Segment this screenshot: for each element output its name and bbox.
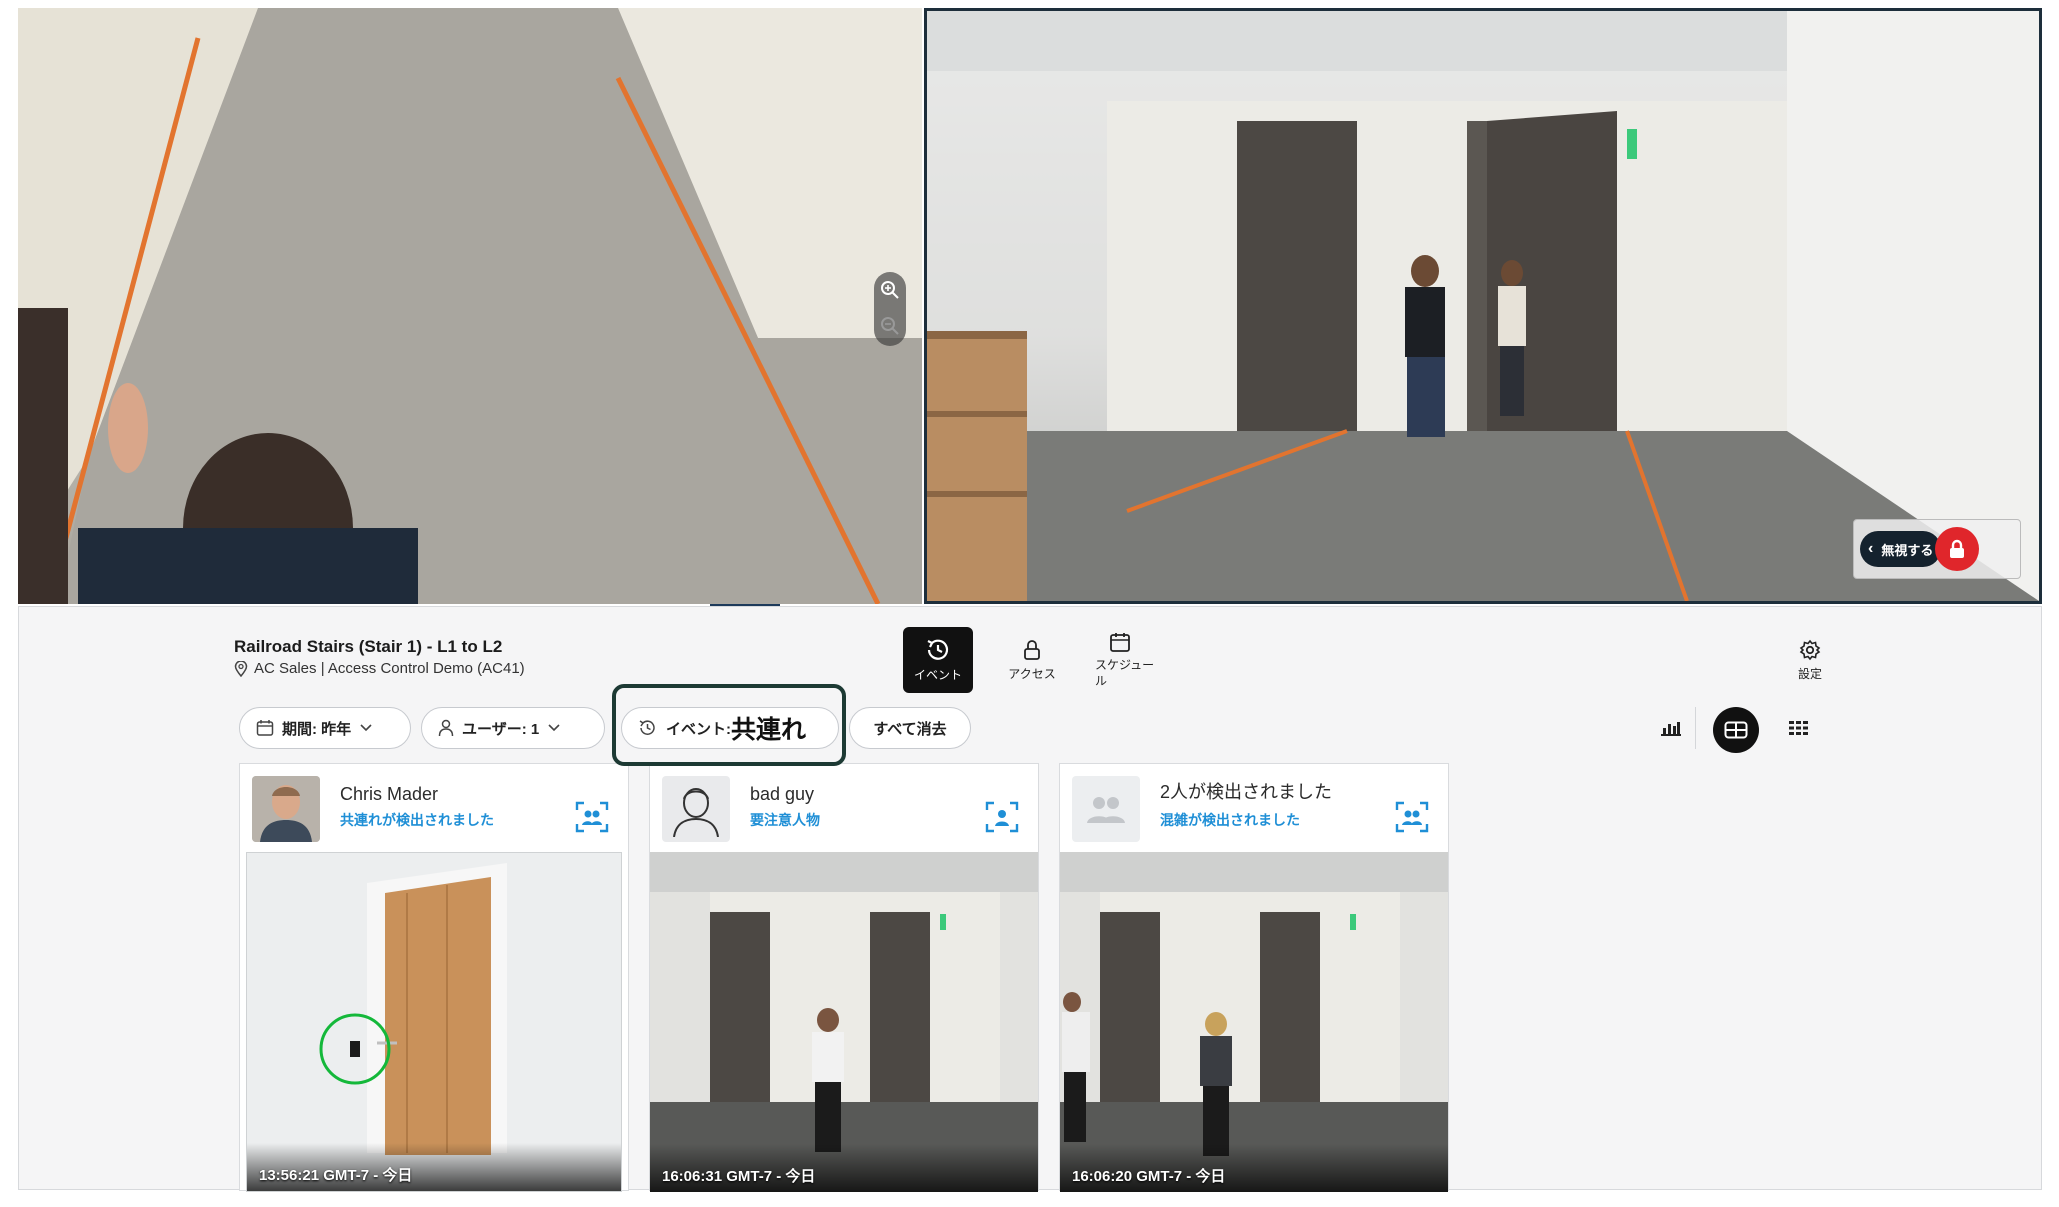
event-card-1[interactable]: Chris Mader 共連れが検出されました 13:56:21 GMT-7 -… [239,763,629,1192]
person-photo [252,776,320,842]
grid-view-button[interactable] [1713,707,1759,753]
person-outline-icon [673,788,719,837]
tab-settings-label: 設定 [1797,666,1822,681]
clear-all-label: すべて消去 [873,720,947,738]
door-location: AC Sales | Access Control Demo (AC41) [234,660,525,677]
hallway-scene-right [927,11,2039,601]
view-divider [1695,707,1696,749]
face-scan-icon [1395,801,1429,833]
camera-feed-left[interactable] [18,8,922,604]
gear-icon [1799,639,1821,660]
door-title: Railroad Stairs (Stair 1) - L1 to L2 [234,637,503,656]
screen: ‹ 無視する Railroad Stairs (Stair 1) - L1 to… [0,0,2059,1207]
lock-icon [1950,539,1965,558]
ignore-pill[interactable]: ‹ 無視する [1860,531,1942,567]
event-snapshot[interactable]: 16:06:20 GMT-7 - 今日 [1060,852,1448,1192]
avatar [662,776,730,842]
zoom-out-icon[interactable] [880,316,900,336]
event-card-name: Chris Mader [340,784,439,804]
tab-events-label: イベント [913,667,962,682]
face-search-button[interactable] [1394,800,1430,834]
event-card-2[interactable]: bad guy 要注意人物 16:06:31 GMT-7 - 今日 [649,763,1039,1192]
event-card-tag: 混雑が検出されました [1160,812,1300,828]
period-filter[interactable]: 期間: 昨年 [239,707,411,749]
face-search-button[interactable] [574,800,610,834]
event-card-tag: 共連れが検出されました [340,812,494,828]
event-snapshot[interactable]: 16:06:31 GMT-7 - 今日 [650,852,1038,1192]
clear-all-button[interactable]: すべて消去 [849,707,971,749]
chevron-left-icon: ‹ [1868,540,1874,557]
calendar-small-icon [256,720,274,736]
history-icon [927,639,949,660]
list-view-button[interactable] [1779,707,1819,749]
hallway-scene-left [18,8,922,604]
avatar [252,776,320,842]
zoom-in-icon[interactable] [880,280,900,300]
lock-outline-icon [1024,639,1040,660]
user-icon [438,719,454,737]
user-filter[interactable]: ユーザー: 1 [421,707,605,749]
event-filter-callout [612,684,846,766]
tab-schedule[interactable]: スケジュー ル [1089,627,1159,693]
avatar [1072,776,1140,842]
analytics-view-button[interactable] [1651,707,1691,749]
user-filter-label: ユーザー: 1 [462,720,540,738]
event-card-header: bad guy 要注意人物 [650,764,1038,852]
tab-access-label: アクセス [1008,666,1056,681]
event-snapshot[interactable]: 13:56:21 GMT-7 - 今日 [246,852,622,1192]
grid-icon [1724,721,1748,739]
face-search-button[interactable] [984,800,1020,834]
camera-feed-right[interactable]: ‹ 無視する [924,8,2042,604]
tab-events[interactable]: イベント [903,627,973,693]
event-card-header: Chris Mader 共連れが検出されました [240,764,628,852]
ignore-lock-control: ‹ 無視する [1853,519,2021,579]
group-icon [1087,797,1125,823]
event-timestamp: 16:06:31 GMT-7 - 今日 [662,1168,816,1185]
bar-chart-icon [1661,722,1681,736]
chevron-down-icon [360,724,372,732]
event-timestamp: 16:06:20 GMT-7 - 今日 [1072,1168,1226,1185]
event-card-tag: 要注意人物 [750,812,820,828]
face-scan-icon [575,801,609,833]
zoom-control[interactable] [874,272,906,346]
lock-button[interactable] [1935,527,1980,571]
tab-access[interactable]: アクセス [997,627,1067,693]
tab-schedule-label: スケジュー ル [1095,658,1155,688]
door-location-text: AC Sales | Access Control Demo (AC41) [254,660,525,677]
event-card-3[interactable]: 2人が検出されました 混雑が検出されました 16:06:20 GMT-7 - 今… [1059,763,1449,1192]
location-pin-icon [234,660,248,677]
event-card-name: 2人が検出されました [1160,782,1333,802]
door-illustration [247,853,621,1191]
period-filter-label: 期間: 昨年 [282,720,352,738]
face-scan-icon [985,801,1019,833]
event-timestamp: 13:56:21 GMT-7 - 今日 [259,1167,413,1184]
event-card-name: bad guy [750,784,815,804]
access-control-panel: Railroad Stairs (Stair 1) - L1 to L2 AC … [18,606,2042,1192]
tab-settings[interactable]: 設定 [1775,627,1845,693]
hallway-snapshot [1060,852,1448,1192]
chevron-down-icon [548,724,560,732]
list-grid-icon [1789,721,1808,735]
ignore-label: 無視する [1881,542,1934,558]
event-card-header: 2人が検出されました 混雑が検出されました [1060,764,1448,852]
calendar-icon [1110,633,1130,652]
hallway-snapshot [650,852,1038,1192]
